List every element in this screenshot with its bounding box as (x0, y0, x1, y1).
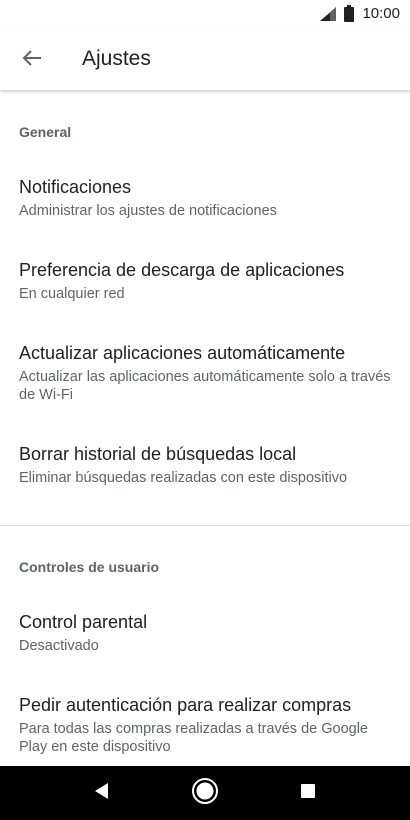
setting-title: Pedir autenticación para realizar compra… (19, 695, 352, 715)
setting-title: Notificaciones (19, 177, 132, 197)
home-circle-icon (191, 777, 219, 810)
setting-actualizar-auto[interactable]: Actualizar aplicaciones automáticamente … (0, 336, 410, 416)
setting-subtitle: Administrar los ajustes de notificacione… (19, 203, 277, 219)
setting-title: Borrar historial de búsquedas local (19, 444, 297, 464)
arrow-back-icon (22, 48, 42, 73)
signal-icon (320, 6, 337, 21)
page-title: Ajustes (82, 47, 151, 70)
setting-subtitle: Para todas las compras realizadas a trav… (19, 721, 368, 755)
recents-square-icon (301, 783, 315, 803)
setting-subtitle: Eliminar búsquedas realizadas con este d… (19, 470, 348, 486)
section-divider (0, 525, 410, 526)
status-bar: 10:00 (0, 0, 410, 30)
app-bar: Ajustes (0, 30, 410, 90)
status-time: 10:00 (362, 5, 400, 22)
setting-subtitle: Desactivado (19, 638, 99, 654)
nav-back-button[interactable] (72, 766, 132, 820)
setting-subtitle: En cualquier red (19, 286, 125, 302)
navigation-bar (0, 766, 410, 820)
setting-notificaciones[interactable]: Notificaciones Administrar los ajustes d… (0, 170, 410, 230)
setting-title: Preferencia de descarga de aplicaciones (19, 260, 345, 280)
nav-home-button[interactable] (175, 766, 235, 820)
status-icons: 10:00 (320, 5, 400, 22)
nav-recents-button[interactable] (278, 766, 338, 820)
setting-control-parental[interactable]: Control parental Desactivado (0, 605, 410, 665)
setting-title: Actualizar aplicaciones automáticamente (19, 343, 346, 363)
settings-list: General Notificaciones Administrar los a… (0, 90, 410, 766)
back-triangle-icon (94, 782, 110, 805)
back-button[interactable] (14, 42, 50, 78)
setting-borrar-historial[interactable]: Borrar historial de búsquedas local Elim… (0, 437, 410, 497)
battery-icon (344, 5, 355, 22)
settings-screen: 10:00 Ajustes General Notificaciones Adm… (0, 0, 410, 820)
section-header-general: General (19, 124, 72, 140)
setting-subtitle: Actualizar las aplicaciones automáticame… (19, 369, 391, 403)
setting-pedir-autenticacion[interactable]: Pedir autenticación para realizar compra… (0, 688, 410, 766)
setting-preferencia-descarga[interactable]: Preferencia de descarga de aplicaciones … (0, 253, 410, 313)
setting-title: Control parental (19, 612, 148, 632)
section-header-controles: Controles de usuario (19, 559, 160, 575)
